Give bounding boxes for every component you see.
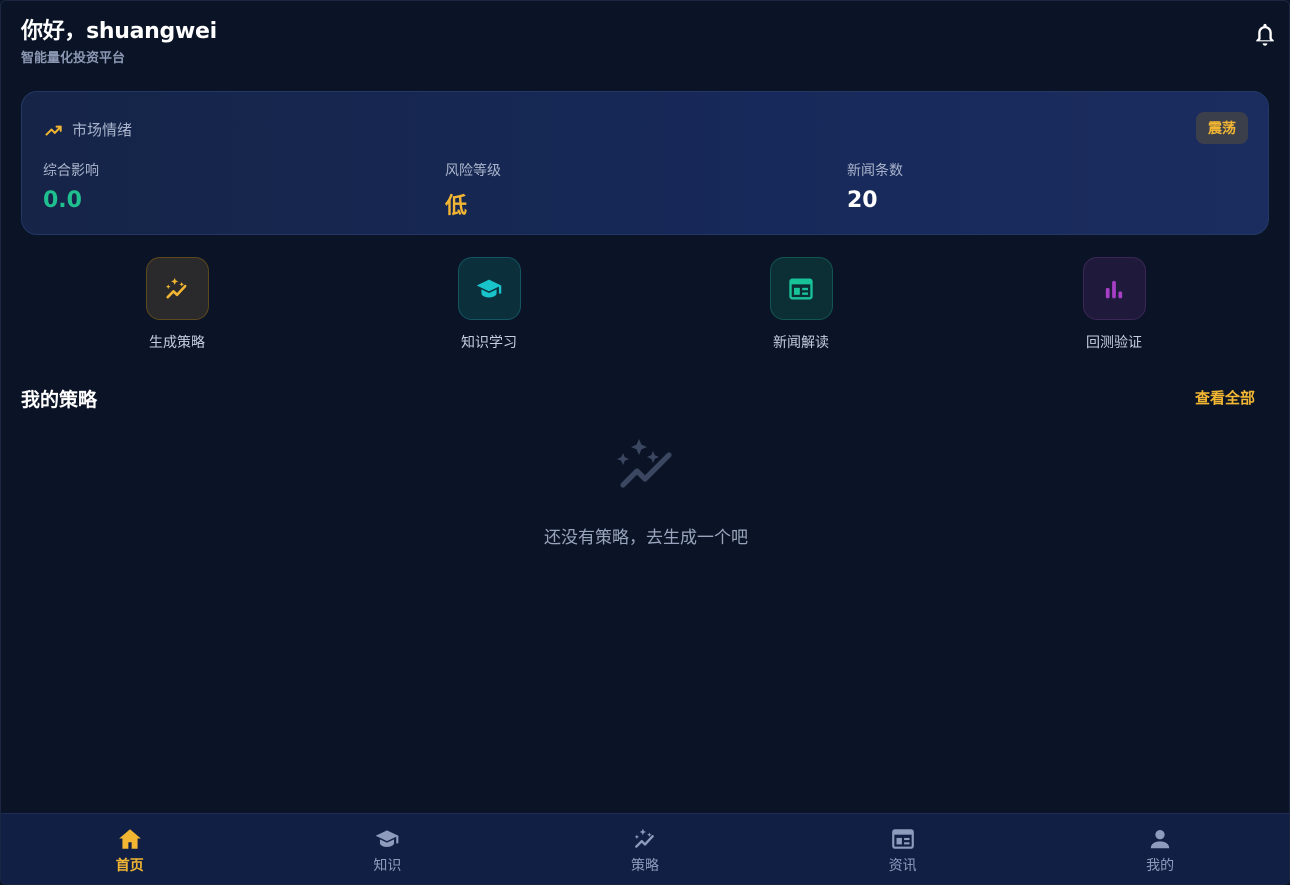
metric-label: 新闻条数 (847, 163, 903, 179)
platform-subtitle: 智能量化投资平台 (21, 51, 126, 66)
nav-label: 资讯 (888, 858, 917, 874)
action-label: 新闻解读 (773, 335, 829, 351)
action-label: 生成策略 (149, 335, 205, 351)
app-window: 你好，shuangwei 智能量化投资平台 市场情绪 震荡 综合影响 0.0 风… (0, 0, 1290, 885)
metric-value: 0.0 (43, 188, 82, 213)
graduation-cap-icon (376, 830, 399, 847)
notification-bell-icon[interactable] (1251, 21, 1279, 49)
action-icon-box (1082, 257, 1146, 320)
bar-chart-icon (1105, 280, 1123, 298)
newspaper-icon (789, 278, 813, 299)
my-strategies-title: 我的策略 (21, 389, 98, 411)
person-icon (1150, 830, 1170, 849)
market-sentiment-card: 市场情绪 震荡 综合影响 0.0 风险等级 低 新闻条数 20 (21, 91, 1269, 235)
empty-strategy-icon (613, 437, 679, 497)
nav-item-profile[interactable]: 我的 (1031, 814, 1289, 884)
graduation-cap-icon (476, 279, 502, 298)
action-label: 知识学习 (461, 335, 517, 351)
action-generate-strategy[interactable]: 生成策略 (107, 257, 247, 352)
sentiment-title: 市场情绪 (44, 119, 132, 140)
nav-item-home[interactable]: 首页 (1, 814, 259, 884)
action-backtest[interactable]: 回测验证 (1044, 257, 1184, 352)
home-icon (118, 829, 141, 849)
nav-label: 知识 (373, 858, 402, 874)
nav-item-strategy[interactable]: 策略 (516, 814, 774, 884)
action-news-interpretation[interactable]: 新闻解读 (731, 257, 871, 352)
metric-impact: 综合影响 0.0 (43, 160, 99, 213)
view-all-link[interactable]: 查看全部 (1195, 387, 1255, 408)
action-label: 回测验证 (1086, 335, 1142, 351)
nav-label: 首页 (115, 858, 144, 874)
sparkle-chart-icon (165, 277, 187, 298)
greeting-title: 你好，shuangwei (21, 19, 217, 44)
action-knowledge-learning[interactable]: 知识学习 (419, 257, 559, 352)
action-icon-box (457, 257, 521, 320)
trending-up-icon (45, 125, 62, 136)
metric-label: 综合影响 (43, 163, 99, 179)
quick-actions: 生成策略 知识学习 新闻解读 回测验证 (21, 257, 1269, 357)
nav-label: 我的 (1146, 858, 1175, 874)
metric-value: 低 (445, 194, 468, 219)
action-icon-box (145, 257, 209, 320)
sentiment-title-label: 市场情绪 (72, 121, 133, 139)
nav-item-knowledge[interactable]: 知识 (259, 814, 517, 884)
metric-news-count: 新闻条数 20 (847, 160, 903, 213)
metric-risk-level: 风险等级 低 (445, 160, 501, 220)
metric-value: 20 (847, 188, 878, 213)
header: 你好，shuangwei 智能量化投资平台 (21, 13, 217, 66)
nav-item-news[interactable]: 资讯 (774, 814, 1032, 884)
empty-strategies-message: 还没有策略，去生成一个吧 (544, 528, 748, 548)
nav-label: 策略 (630, 858, 659, 874)
metric-label: 风险等级 (445, 163, 501, 179)
bottom-navigation: 首页 知识 策略 资讯 我的 (1, 813, 1289, 884)
market-status-badge: 震荡 (1196, 112, 1248, 144)
sparkle-chart-icon (634, 828, 654, 848)
action-icon-box (769, 257, 833, 320)
newspaper-icon (891, 829, 914, 849)
